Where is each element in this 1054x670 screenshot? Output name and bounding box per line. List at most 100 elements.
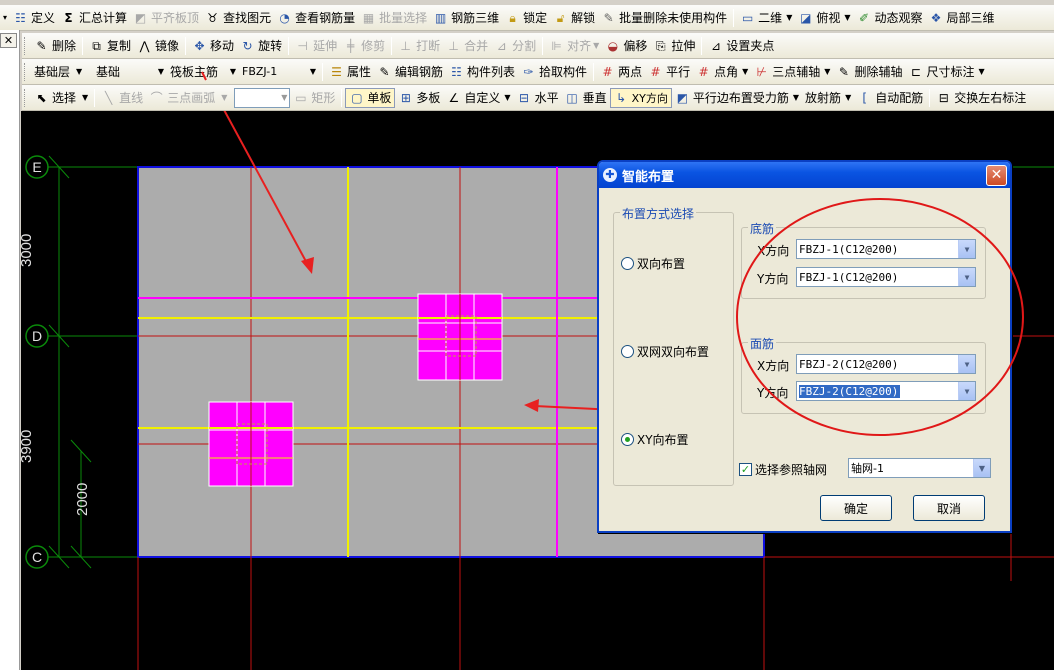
dimension-button[interactable]: ⊏ 尺寸标注 ▼	[905, 61, 987, 83]
dimension-label: 3900	[21, 430, 35, 463]
sigma-icon: Σ	[64, 10, 73, 25]
batch-select-button[interactable]: ▦ 批量选择	[358, 7, 430, 29]
rotate-button[interactable]: ↻ 旋转	[237, 35, 285, 57]
top-rebar-group: 面筋	[741, 335, 986, 414]
select-button[interactable]: ⬉ 选择 ▼	[31, 87, 91, 109]
horizontal-button[interactable]: ⊟ 水平	[514, 87, 562, 109]
component-type-select[interactable]: 筏板主筋 ▼	[167, 62, 239, 82]
separator	[185, 36, 187, 55]
view-rebar-button[interactable]: ◔ 查看钢筋量	[274, 7, 358, 29]
mirror-icon: ⋀	[139, 38, 150, 53]
rebar-3d-button[interactable]: ▥ 钢筋三维	[430, 7, 502, 29]
summary-calc-button[interactable]: Σ 汇总计算	[58, 7, 130, 29]
local-3d-button[interactable]: ❖ 局部三维	[926, 7, 998, 29]
delete-button[interactable]: ✎ 删除	[31, 35, 79, 57]
dimension-icon: ⊏	[910, 64, 921, 79]
edit-rebar-button[interactable]: ✎ 编辑钢筋	[374, 61, 446, 83]
bottom-x-select[interactable]: FBZJ-1(C12@200) ▼	[796, 239, 976, 259]
unlock-button[interactable]: 🔓︎ 解锁	[550, 7, 598, 29]
delete-axis-button[interactable]: ✎ 删除辅轴	[833, 61, 905, 83]
batch-delete-button[interactable]: ✎ 批量删除未使用构件	[598, 7, 730, 29]
break-button[interactable]: ⊥ 打断	[395, 35, 443, 57]
dialog-title: 智能布置	[622, 169, 675, 185]
chevron-down-icon: ▼	[845, 93, 852, 102]
two-point-icon: #	[602, 64, 613, 79]
align-top-icon: ◩	[134, 10, 147, 25]
radio-xy[interactable]: XY向布置	[621, 431, 689, 448]
pile-cap[interactable]	[417, 293, 503, 381]
arc-button[interactable]: ⌒ 三点画弧 ▼	[146, 87, 230, 109]
copy-button[interactable]: ⧉ 复制	[86, 35, 134, 57]
orbit-icon: ✐	[858, 10, 870, 25]
find-element-button[interactable]: ♉ 查找图元	[202, 7, 274, 29]
close-icon[interactable]: ✕	[986, 165, 1007, 186]
axis-bubble-e[interactable]: E	[25, 155, 49, 179]
trim-button[interactable]: ╪ 修剪	[340, 35, 388, 57]
chevron-down-icon: ▼	[786, 13, 793, 22]
toolbar-grip[interactable]	[24, 62, 27, 81]
orbit-button[interactable]: ✐ 动态观察	[854, 7, 926, 29]
top-x-select[interactable]: FBZJ-2(C12@200) ▼	[796, 354, 976, 374]
parallel-edge-button[interactable]: ◩ 平行边布置受力筋 ▼	[672, 87, 802, 109]
property-button[interactable]: ☰ 属性	[326, 61, 374, 83]
toolbar-grip[interactable]	[24, 36, 27, 55]
cancel-button[interactable]: 取消	[913, 495, 985, 521]
top-view-button[interactable]: ◪ 俯视 ▼	[795, 7, 853, 29]
custom-button[interactable]: ∠ 自定义 ▼	[443, 87, 513, 109]
custom-icon: ∠	[448, 90, 460, 105]
offset-button[interactable]: ◒ 偏移	[602, 35, 650, 57]
category-select[interactable]: 基础 ▼	[93, 62, 167, 82]
auto-rebar-button[interactable]: [自动配筋	[854, 87, 926, 109]
point-angle-button[interactable]: # 点角 ▼	[693, 61, 751, 83]
three-point-axis-button[interactable]: ⊬ 三点辅轴 ▼	[751, 61, 833, 83]
line-button[interactable]: ╲ 直线	[98, 87, 146, 109]
align-button[interactable]: ⊫ 对齐 ▼	[546, 35, 602, 57]
define-button[interactable]: ☷ 定义	[10, 7, 58, 29]
bottom-y-select[interactable]: FBZJ-1(C12@200) ▼	[796, 267, 976, 287]
chevron-down-icon: ▼	[281, 93, 288, 102]
close-icon[interactable]: ✕	[0, 33, 17, 48]
extend-button[interactable]: ⊣ 延伸	[292, 35, 340, 57]
2d-icon: ▭	[742, 10, 754, 25]
split-button[interactable]: ⊿ 分割	[491, 35, 539, 57]
single-slab-button[interactable]: ▢ 单板	[345, 87, 396, 108]
radio-two-way[interactable]: 双向布置	[621, 255, 685, 272]
radial-button[interactable]: 放射筋 ▼	[802, 87, 854, 109]
lock-button[interactable]: 🔒︎ 锁定	[502, 7, 550, 29]
grip-point-button[interactable]: ⊿ 设置夹点	[705, 35, 777, 57]
ok-button[interactable]: 确定	[820, 495, 892, 521]
toolbar-grip[interactable]	[24, 88, 27, 107]
ref-axis-select[interactable]: 轴网-1 ▼	[848, 458, 991, 478]
component-list-button[interactable]: ☷ 构件列表	[446, 61, 518, 83]
rect-button[interactable]: ▭ 矩形	[290, 87, 338, 109]
pile-cap[interactable]	[208, 401, 294, 487]
multi-slab-button[interactable]: ⊞ 多板	[395, 87, 443, 109]
main-toolbar: ▾ ☷ 定义 Σ 汇总计算 ◩ 平齐板顶 ♉ 查找图元 ◔ 查看钢筋量 ▦ 批量选择 ▥ 钢筋…	[0, 5, 1054, 31]
pick-component-button[interactable]: ✑ 拾取构件	[518, 61, 590, 83]
mirror-button[interactable]: ⋀ 镜像	[134, 35, 182, 57]
define-icon: ☷	[15, 10, 26, 25]
ref-axis-checkbox[interactable]: ✓ 选择参照轴网	[739, 461, 827, 478]
vertical-button[interactable]: ◫ 垂直	[562, 87, 610, 109]
component-name-select[interactable]: FBZJ-1 ▼	[239, 62, 319, 82]
move-button[interactable]: ✥ 移动	[189, 35, 237, 57]
floor-select[interactable]: 基础层 ▼	[31, 62, 93, 82]
align-top-button[interactable]: ◩ 平齐板顶	[130, 7, 202, 29]
swap-label-button[interactable]: ⊟ 交换左右标注	[933, 87, 1029, 109]
arc-param-input[interactable]: ▼	[234, 87, 291, 108]
axis-bubble-d[interactable]: D	[25, 324, 49, 348]
radio-double-net[interactable]: 双网双向布置	[621, 343, 709, 360]
parallel-button[interactable]: # 平行	[645, 61, 693, 83]
two-point-button[interactable]: # 两点	[597, 61, 645, 83]
y-direction-label: Y方向	[757, 386, 789, 400]
dialog-title-bar[interactable]: ✚ 智能布置	[599, 162, 1010, 188]
three-point-axis-icon: ⊬	[756, 64, 767, 79]
axis-bubble-c[interactable]: C	[25, 545, 49, 569]
chevron-down-icon[interactable]: ▾	[0, 7, 10, 29]
x-direction-label: X方向	[757, 359, 790, 373]
top-y-select[interactable]: FBZJ-2(C12@200) ▼	[796, 381, 976, 401]
2d-button[interactable]: ▭ 二维 ▼	[737, 7, 795, 29]
merge-button[interactable]: ⊥ 合并	[443, 35, 491, 57]
stretch-button[interactable]: ⎘ 拉伸	[650, 35, 698, 57]
xy-direction-button[interactable]: ↳ XY方向	[609, 87, 672, 108]
